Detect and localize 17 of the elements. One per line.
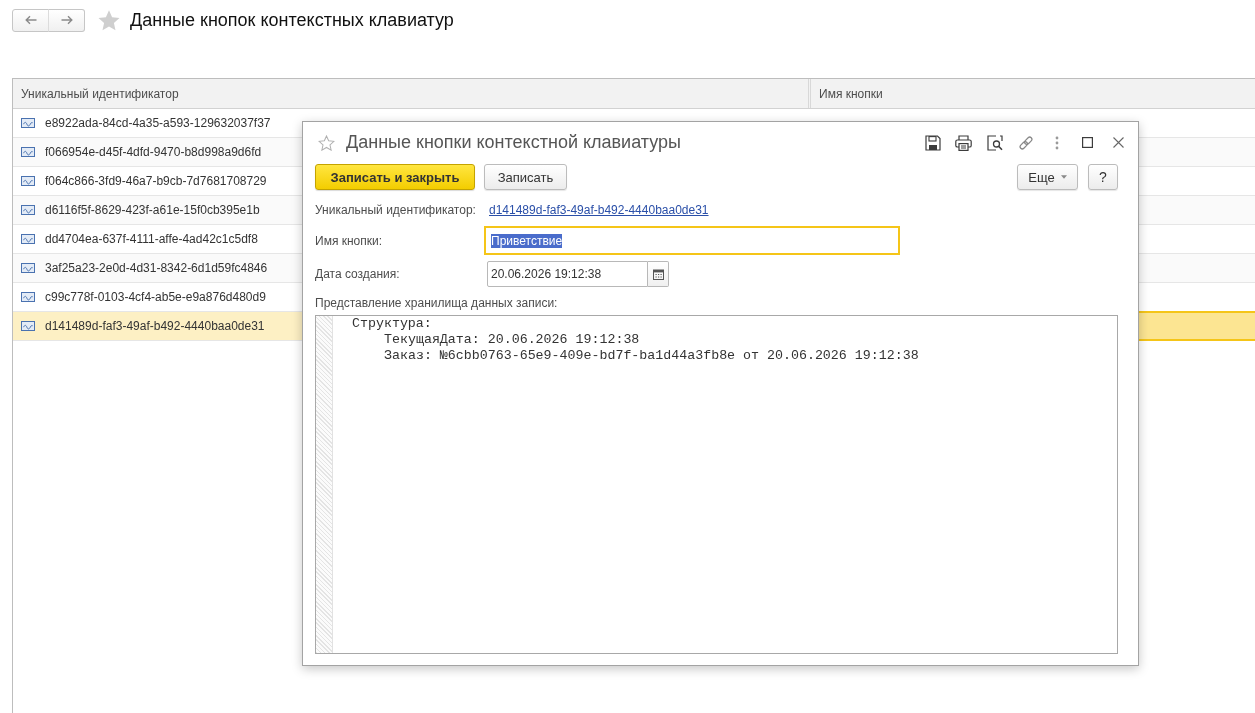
field-label: Дата создания: <box>315 267 401 281</box>
storage-line: Заказ: №6cbb0763-65e9-409e-bd7f-ba1d44a3fb8e от 20.06.2026 19:12:38 <box>384 348 919 363</box>
storage-line: Структура: <box>352 316 432 331</box>
storage-line: ТекущаяДата: 20.06.2026 19:12:38 <box>384 332 640 347</box>
row-id-text: e8922ada-84cd-4a35-a593-129632037f37 <box>45 116 271 130</box>
row-id-text: 3af25a23-2e0d-4d31-8342-6d1d59fc4846 <box>45 261 268 275</box>
row-id-text: f064c866-3fd9-46a7-b9cb-7d7681708729 <box>45 174 267 188</box>
row-id-text: d6116f5f-8629-423f-a61e-15f0cb395e1b <box>45 203 260 217</box>
page-title: Данные кнопок контекстных клавиатур <box>130 9 454 31</box>
field-label: Имя кнопки: <box>315 233 384 248</box>
dialog-title: Данные кнопки контекстной клавиатуры <box>346 132 681 153</box>
row-id-text: dd4704ea-637f-4111-affe-4ad42c1c5df8 <box>45 232 258 246</box>
row-id-text: f066954e-d45f-4dfd-9470-b8d998a9d6fd <box>45 145 262 159</box>
storage-label: Представление хранилища данных записи: <box>315 295 558 311</box>
row-id-text: c99c778f-0103-4cf4-ab5e-e9a876d480d9 <box>45 290 266 304</box>
field-label: Уникальный идентификатор: <box>315 203 477 217</box>
row-id-text: d141489d-faf3-49af-b492-4440baa0de31 <box>45 319 265 333</box>
